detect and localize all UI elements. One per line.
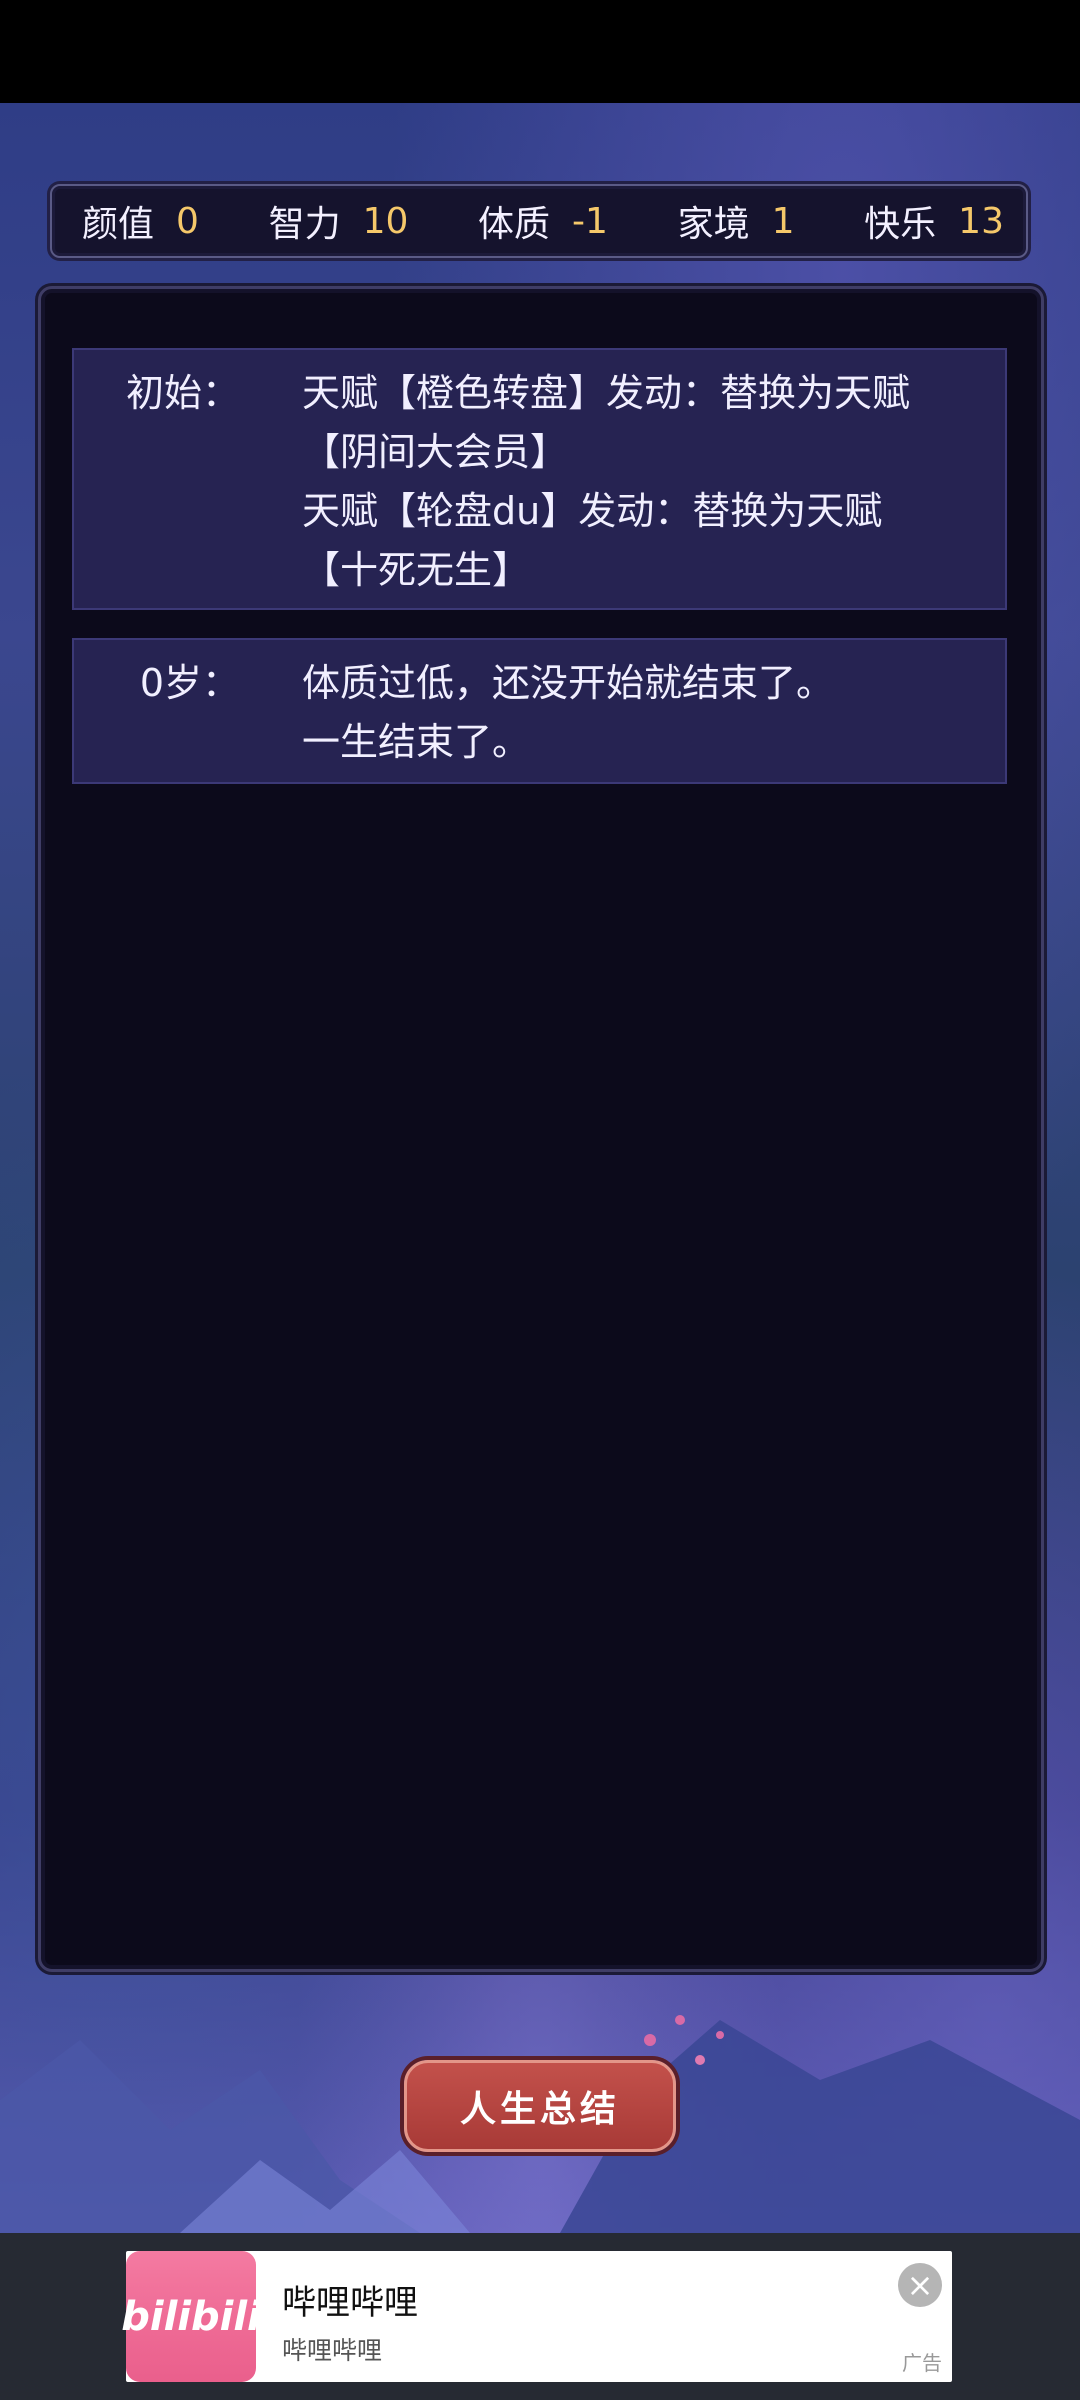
stat-label: 体质 xyxy=(478,204,551,245)
status-bar xyxy=(0,0,1080,103)
ad-label: 广告 xyxy=(902,2351,942,2375)
stat-family: 家境 1 xyxy=(678,195,795,247)
stat-label: 快乐 xyxy=(864,204,937,245)
stat-constitution: 体质 -1 xyxy=(478,195,608,247)
stat-appearance: 颜值 0 xyxy=(82,195,199,247)
stat-happiness: 快乐 13 xyxy=(864,195,1004,247)
life-summary-button[interactable]: 人生总结 xyxy=(404,2060,676,2152)
bilibili-logo-icon: bilibili xyxy=(121,2251,261,2382)
log-entry: 0岁： 体质过低，还没开始就结束了。 一生结束了。 xyxy=(72,638,1007,784)
log-age: 0岁： xyxy=(139,661,240,705)
stat-value: -1 xyxy=(572,200,608,242)
log-line: 天赋【橙色转盘】发动：替换为天赋 xyxy=(302,371,911,415)
stat-label: 家境 xyxy=(677,204,750,245)
log-line: 天赋【轮盘du】发动：替换为天赋 xyxy=(302,489,883,533)
stat-value: 10 xyxy=(362,200,409,242)
log-line: 【阴间大会员】 xyxy=(302,430,569,474)
ad-card[interactable]: bilibili 哔哩哔哩 哔哩哔哩 × 广告 xyxy=(121,2251,952,2382)
stat-label: 智力 xyxy=(268,204,341,245)
log-text: 体质过低，还没开始就结束了。 一生结束了。 xyxy=(302,654,955,772)
stat-label: 颜值 xyxy=(82,204,155,245)
stat-intelligence: 智力 10 xyxy=(269,195,409,247)
log-line: 【十死无生】 xyxy=(302,548,531,592)
ad-subtitle: 哔哩哔哩 xyxy=(282,2336,383,2365)
log-line: 一生结束了。 xyxy=(302,720,531,764)
stat-value: 1 xyxy=(771,200,795,242)
log-text: 天赋【橙色转盘】发动：替换为天赋 【阴间大会员】 天赋【轮盘du】发动：替换为天… xyxy=(302,364,955,600)
log-entry: 初始： 天赋【橙色转盘】发动：替换为天赋 【阴间大会员】 天赋【轮盘du】发动：… xyxy=(72,348,1007,610)
ad-title: 哔哩哔哩 xyxy=(282,2283,418,2323)
stat-value: 0 xyxy=(176,200,199,242)
attribute-stats-bar: 颜值 0 智力 10 体质 -1 家境 1 快乐 13 xyxy=(50,184,1028,258)
log-age: 初始： xyxy=(125,371,240,415)
stat-value: 13 xyxy=(958,200,1004,242)
log-line: 体质过低，还没开始就结束了。 xyxy=(302,661,835,705)
close-icon[interactable]: × xyxy=(898,2263,942,2307)
